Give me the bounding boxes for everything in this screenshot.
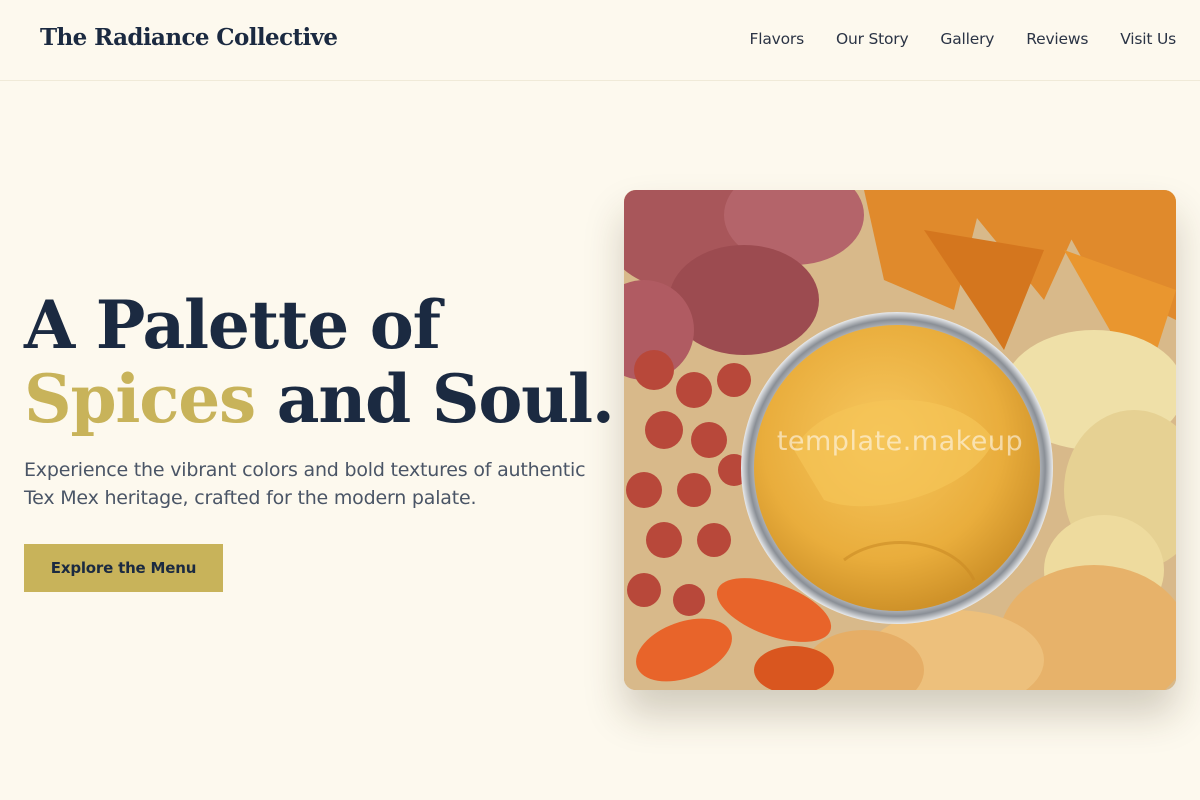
site-header: The Radiance Collective Flavors Our Stor… (0, 0, 1200, 81)
nav-link-reviews[interactable]: Reviews (1026, 30, 1088, 48)
hero-title-rest: and Soul. (255, 360, 615, 438)
hero-title-line1: A Palette of (24, 286, 441, 364)
nav-link-visit-us[interactable]: Visit Us (1120, 30, 1176, 48)
nav-link-flavors[interactable]: Flavors (750, 30, 805, 48)
hero-image: template.makeup (624, 190, 1176, 690)
hero-title-accent: Spices (24, 360, 256, 438)
nav-link-gallery[interactable]: Gallery (940, 30, 994, 48)
hero-title: A Palette of Spices and Soul. (24, 286, 615, 438)
hero-subtitle: Experience the vibrant colors and bold t… (24, 459, 586, 509)
snack-platter-illustration (624, 190, 1176, 690)
explore-menu-button[interactable]: Explore the Menu (24, 544, 223, 592)
main-nav: Flavors Our Story Gallery Reviews Visit … (750, 30, 1177, 48)
brand-logo[interactable]: The Radiance Collective (40, 24, 338, 51)
nav-link-our-story[interactable]: Our Story (836, 30, 909, 48)
